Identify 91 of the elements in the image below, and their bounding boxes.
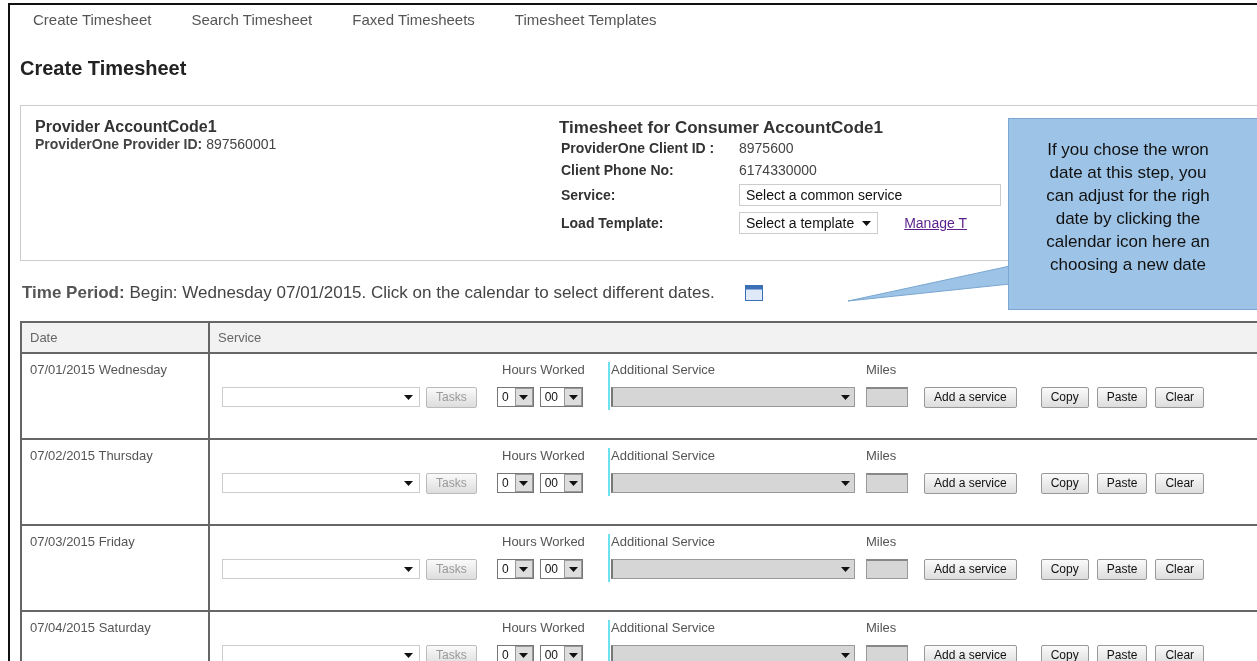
field-value: 8975600 [739, 140, 795, 156]
caret-icon [568, 394, 578, 400]
hours-label: Hours Worked [501, 534, 586, 551]
miles-label: Miles [866, 362, 898, 379]
caret-icon [404, 566, 413, 572]
miles-label: Miles [866, 620, 898, 637]
row-action-button[interactable]: Copy [1040, 472, 1089, 494]
hours-select[interactable]: 0 [497, 387, 534, 407]
row-action-button[interactable]: Paste [1096, 386, 1148, 408]
additional-service-label: Additional Service [608, 534, 866, 556]
date-cell: 07/02/2015 Thursday [30, 448, 153, 463]
caret-icon [841, 652, 850, 658]
row-action-button[interactable]: Copy [1040, 644, 1089, 661]
additional-service-select[interactable] [611, 559, 855, 579]
additional-service-label: Additional Service [608, 620, 866, 642]
hours-label: Hours Worked [501, 362, 586, 379]
row-action-button[interactable]: Copy [1040, 558, 1089, 580]
row-action-button[interactable]: Add a service [924, 472, 1017, 494]
caret-icon [568, 566, 578, 572]
additional-service-label: Additional Service [608, 362, 866, 384]
miles-label: Miles [866, 534, 898, 551]
nav-link[interactable]: Create Timesheet [33, 11, 152, 37]
row-action-button[interactable]: Paste [1096, 558, 1148, 580]
hours-select[interactable]: 0 [497, 559, 534, 579]
row-action-button[interactable]: Add a service [924, 386, 1017, 408]
additional-service-select[interactable] [611, 645, 855, 661]
date-cell: 07/01/2015 Wednesday [30, 362, 168, 377]
hours-select[interactable]: 0 [497, 645, 534, 661]
row-action-button[interactable]: Clear [1155, 644, 1205, 661]
minutes-select[interactable]: 00 [539, 473, 584, 493]
minutes-select[interactable]: 00 [539, 559, 584, 579]
miles-field[interactable] [866, 559, 908, 579]
row-action-button[interactable]: Add a service [924, 558, 1017, 580]
hours-label: Hours Worked [501, 448, 586, 465]
row-action-button[interactable]: Copy [1040, 386, 1089, 408]
caret-icon [519, 394, 529, 400]
additional-service-label: Additional Service [608, 448, 866, 470]
hours-label: Hours Worked [501, 620, 586, 637]
date-cell: 07/03/2015 Friday [30, 534, 135, 549]
miles-field[interactable] [866, 387, 908, 407]
provider-id: ProviderOne Provider ID: 897560001 [35, 136, 278, 152]
service-select[interactable]: Select a common service [739, 184, 1001, 206]
caret-icon [404, 480, 413, 486]
nav-link[interactable]: Faxed Timesheets [352, 11, 475, 37]
caret-icon [841, 480, 850, 486]
caret-icon [519, 480, 529, 486]
caret-icon [404, 652, 413, 658]
field-value: 6174330000 [739, 162, 818, 178]
field-label: ProviderOne Client ID : [560, 140, 716, 156]
date-cell: 07/04/2015 Saturday [30, 620, 151, 635]
hours-select[interactable]: 0 [497, 473, 534, 493]
nav-link[interactable]: Search Timesheet [191, 11, 313, 37]
service-select[interactable] [222, 387, 420, 407]
caret-icon [841, 566, 850, 572]
caret-icon [568, 480, 578, 486]
service-select[interactable] [222, 473, 420, 493]
service-select[interactable] [222, 559, 420, 579]
miles-field[interactable] [866, 473, 908, 493]
additional-service-select[interactable] [611, 473, 855, 493]
caret-icon [519, 566, 529, 572]
row-action-button[interactable]: Clear [1155, 386, 1205, 408]
field-label: Service: [560, 187, 617, 203]
caret-icon [519, 652, 529, 658]
column-header: Service [209, 322, 1257, 353]
provider-name: Provider AccountCode1 [35, 118, 218, 136]
field-label: Client Phone No: [560, 162, 675, 178]
row-action-button[interactable]: Add a service [924, 644, 1017, 661]
minutes-select[interactable]: 00 [539, 645, 584, 661]
row-action-button[interactable]: Paste [1096, 644, 1148, 661]
row-action-button[interactable]: Clear [1155, 558, 1205, 580]
additional-service-select[interactable] [611, 387, 855, 407]
caret-icon [568, 652, 578, 658]
row-action-button[interactable]: Paste [1096, 472, 1148, 494]
callout-text: If you chose the wron date at this step, you can adjust for the righ date by clicking the calendar icon here an choosing a new date [1045, 139, 1211, 276]
calendar-icon[interactable] [744, 285, 763, 301]
column-header: Date [21, 322, 209, 353]
miles-label: Miles [866, 448, 898, 465]
row-action-button[interactable]: Clear [1155, 472, 1205, 494]
nav-link[interactable]: Timesheet Templates [514, 11, 657, 37]
minutes-select[interactable]: 00 [539, 387, 584, 407]
caret-icon [862, 220, 872, 226]
manage-templates-link[interactable]: Manage T [904, 215, 967, 231]
caret-icon [841, 394, 850, 400]
template-select[interactable]: Select a template [739, 212, 879, 234]
page-title: Create Timesheet [20, 57, 188, 81]
consumer-title: Timesheet for Consumer AccountCode1 [559, 118, 884, 138]
miles-field[interactable] [866, 645, 908, 661]
time-period-text: Time Period: Begin: Wednesday 07/01/2015. Click on the calendar to select different dates. [22, 283, 715, 303]
service-select[interactable] [222, 645, 420, 661]
field-label: Load Template: [560, 215, 665, 231]
caret-icon [404, 394, 413, 400]
